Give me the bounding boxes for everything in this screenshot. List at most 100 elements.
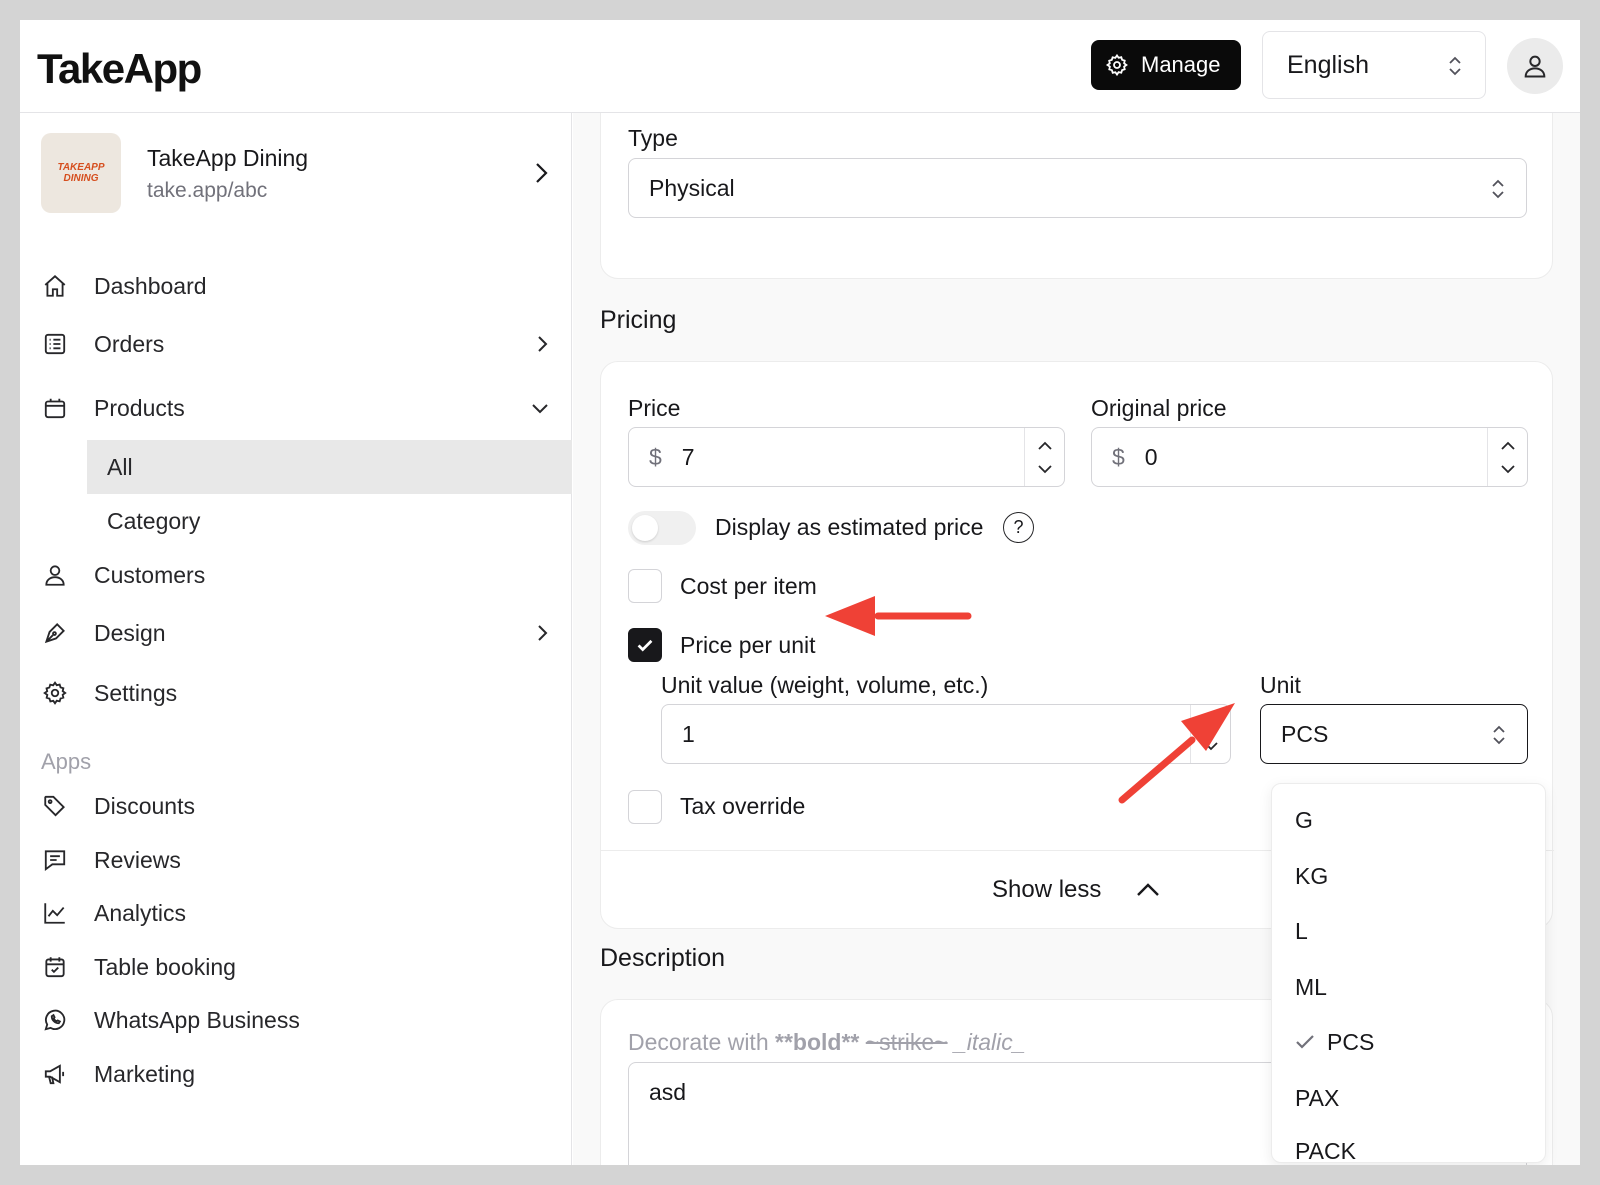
- sidebar-subitem-label: Category: [107, 507, 201, 534]
- show-less-button[interactable]: Show less: [992, 870, 1161, 910]
- sidebar-item-design[interactable]: Design: [40, 610, 552, 656]
- type-label: Type: [628, 125, 678, 151]
- sidebar-item-orders[interactable]: Orders: [40, 321, 552, 367]
- user-avatar-button[interactable]: [1507, 38, 1563, 94]
- store-switcher[interactable]: TAKEAPP DINING TakeApp Dining take.app/a…: [41, 133, 551, 213]
- sidebar-item-customers[interactable]: Customers: [40, 552, 552, 598]
- sidebar-item-discounts[interactable]: Discounts: [40, 783, 552, 829]
- unit-select[interactable]: PCS: [1260, 704, 1528, 764]
- chevron-right-icon: [538, 625, 548, 641]
- sidebar-item-label: Design: [94, 619, 166, 646]
- sidebar-item-label: WhatsApp Business: [94, 1006, 300, 1033]
- chevron-right-icon: [536, 163, 548, 183]
- original-price-input[interactable]: $ 0: [1091, 427, 1528, 487]
- language-select[interactable]: English: [1262, 31, 1486, 99]
- hint-prefix: Decorate with: [628, 1029, 776, 1055]
- description-hint: Decorate with **bold** ~strike~ _italic_: [628, 1029, 1026, 1056]
- type-select[interactable]: Physical: [628, 158, 1527, 218]
- chevron-down-icon: [532, 404, 548, 414]
- app-logo[interactable]: TakeApp: [37, 45, 202, 93]
- type-value: Physical: [649, 174, 735, 201]
- sidebar-item-dashboard[interactable]: Dashboard: [40, 263, 552, 309]
- unit-option-label: ML: [1295, 973, 1327, 1000]
- top-bar: TakeApp Manage English: [20, 20, 1580, 113]
- unit-option-pack[interactable]: PACK: [1272, 1129, 1545, 1163]
- hint-italic: _italic_: [953, 1029, 1026, 1055]
- original-price-stepper[interactable]: [1487, 428, 1527, 486]
- chevron-up-icon[interactable]: [1202, 716, 1220, 730]
- tax-override-checkbox[interactable]: [628, 790, 662, 824]
- price-currency: $: [649, 443, 662, 470]
- chevron-down-icon[interactable]: [1202, 739, 1220, 753]
- unit-option-l[interactable]: L: [1272, 909, 1545, 953]
- chevron-up-down-icon: [1449, 56, 1461, 76]
- list-icon: [40, 329, 70, 359]
- unit-option-label: L: [1295, 917, 1308, 944]
- unit-option-label: PCS: [1327, 1028, 1375, 1055]
- sidebar-item-label: Table booking: [94, 953, 236, 980]
- price-label: Price: [628, 395, 681, 421]
- megaphone-icon: [40, 1059, 70, 1089]
- sidebar-item-label: Analytics: [94, 899, 187, 926]
- user-icon: [40, 560, 70, 590]
- sidebar-item-reviews[interactable]: Reviews: [40, 837, 552, 883]
- check-icon: [1296, 1035, 1314, 1049]
- sidebar-item-label: Dashboard: [94, 272, 207, 299]
- unit-label: Unit: [1260, 672, 1301, 698]
- sidebar-item-analytics[interactable]: Analytics: [40, 890, 552, 936]
- help-icon[interactable]: ?: [1003, 512, 1034, 543]
- sidebar-item-whatsapp[interactable]: WhatsApp Business: [40, 997, 552, 1043]
- original-price-currency: $: [1112, 443, 1125, 470]
- unit-option-g[interactable]: G: [1272, 798, 1545, 842]
- store-logo-text: DINING: [63, 173, 99, 184]
- price-per-unit-label: Price per unit: [680, 632, 816, 658]
- chart-line-icon: [40, 898, 70, 928]
- chevron-up-icon[interactable]: [1036, 439, 1054, 453]
- unit-value-stepper[interactable]: [1190, 705, 1230, 763]
- sidebar-item-label: Settings: [94, 679, 178, 706]
- sidebar-item-table-booking[interactable]: Table booking: [40, 944, 552, 990]
- unit-option-pcs[interactable]: PCS: [1272, 1020, 1545, 1064]
- unit-select-value: PCS: [1281, 720, 1329, 747]
- unit-value-input[interactable]: 1: [661, 704, 1231, 764]
- unit-option-pax[interactable]: PAX: [1272, 1076, 1545, 1120]
- home-icon: [40, 271, 70, 301]
- sidebar-item-settings[interactable]: Settings: [40, 670, 552, 716]
- chevron-right-icon: [538, 336, 548, 352]
- tag-icon: [40, 791, 70, 821]
- sidebar-item-marketing[interactable]: Marketing: [40, 1051, 552, 1097]
- estimated-price-toggle[interactable]: [628, 511, 696, 545]
- store-logo-text: TAKEAPP: [57, 162, 105, 173]
- manage-button[interactable]: Manage: [1091, 40, 1241, 90]
- price-stepper[interactable]: [1024, 428, 1064, 486]
- sidebar-subitem-label: All: [107, 453, 133, 480]
- sidebar-subitem-category[interactable]: Category: [87, 494, 572, 548]
- gear-icon: [1105, 53, 1128, 77]
- unit-option-label: G: [1295, 806, 1313, 833]
- pen-nib-icon: [40, 618, 70, 648]
- app-window: TakeApp Manage English TAKEAPP DINING Ta…: [20, 20, 1580, 1165]
- toggle-knob: [632, 515, 658, 541]
- hint-strike: ~strike~: [865, 1029, 948, 1055]
- chevron-up-down-icon: [1493, 725, 1505, 745]
- unit-option-kg[interactable]: KG: [1272, 854, 1545, 898]
- store-url: take.app/abc: [147, 179, 268, 202]
- sidebar-item-label: Reviews: [94, 846, 181, 873]
- whatsapp-icon: [40, 1005, 70, 1035]
- price-input[interactable]: $ 7: [628, 427, 1065, 487]
- sidebar-subitem-all[interactable]: All: [87, 440, 572, 494]
- apps-section-label: Apps: [41, 749, 92, 774]
- price-per-unit-checkbox[interactable]: [628, 628, 662, 662]
- sidebar-item-products[interactable]: Products: [40, 385, 552, 431]
- chevron-down-icon[interactable]: [1499, 462, 1517, 476]
- chevron-down-icon[interactable]: [1036, 462, 1054, 476]
- cost-per-item-checkbox[interactable]: [628, 569, 662, 603]
- unit-value-label: Unit value (weight, volume, etc.): [661, 672, 989, 698]
- description-value: asd: [649, 1079, 687, 1105]
- unit-option-label: PAX: [1295, 1084, 1340, 1111]
- chevron-up-icon[interactable]: [1499, 439, 1517, 453]
- check-icon: [637, 639, 653, 652]
- unit-option-ml[interactable]: ML: [1272, 965, 1545, 1009]
- store-logo: TAKEAPP DINING: [41, 133, 121, 213]
- cost-per-item-label: Cost per item: [680, 573, 817, 599]
